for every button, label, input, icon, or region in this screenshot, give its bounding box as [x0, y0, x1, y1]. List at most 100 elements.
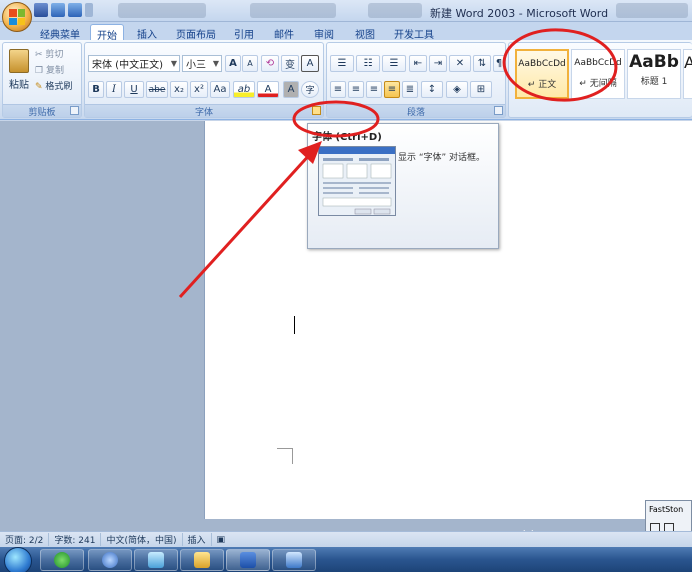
underline-button[interactable]: U	[124, 81, 144, 98]
increase-indent-icon: ⇥	[433, 58, 443, 69]
taskbar-explorer[interactable]	[180, 549, 224, 571]
taskbar-word[interactable]	[226, 549, 270, 571]
taskbar-remote[interactable]	[272, 549, 316, 571]
taskbar-app[interactable]	[134, 549, 178, 571]
chevron-down-icon[interactable]: ▼	[213, 59, 219, 68]
align-center-button[interactable]: ≡	[348, 81, 364, 98]
bullets-button[interactable]: ☰	[330, 55, 354, 72]
undo-icon[interactable]	[51, 3, 65, 17]
subscript-button[interactable]: x₂	[170, 81, 188, 98]
numbering-button[interactable]: ☷	[356, 55, 380, 72]
paste-button[interactable]: 粘贴	[6, 47, 32, 103]
sort-button[interactable]: ⇅	[473, 55, 491, 72]
align-left-icon: ≡	[333, 84, 343, 95]
style-tile-heading-1[interactable]: AaBb 标题 1	[627, 49, 681, 99]
tab-insert[interactable]: 插入	[131, 24, 163, 41]
office-button[interactable]	[2, 2, 32, 32]
multilevel-list-button[interactable]: ☰	[382, 55, 406, 72]
folder-icon	[194, 552, 210, 568]
font-dialog-launcher[interactable]	[312, 106, 321, 115]
start-button[interactable]	[4, 547, 32, 572]
justify-button[interactable]: ≡	[384, 81, 400, 98]
copy-button[interactable]: ❐ 复制	[35, 63, 64, 76]
word-icon	[240, 552, 256, 568]
tab-view[interactable]: 视图	[349, 24, 381, 41]
status-insert-mode[interactable]: 插入	[183, 533, 212, 546]
chevron-down-icon[interactable]: ▼	[171, 59, 177, 68]
scissors-icon: ✂	[35, 50, 43, 60]
tab-references[interactable]: 引用	[228, 24, 260, 41]
change-case-button[interactable]: Aa	[210, 81, 230, 98]
distributed-button[interactable]: ≣	[402, 81, 418, 98]
font-size-combo[interactable]: 小三 ▼	[182, 55, 222, 72]
character-border-button[interactable]: A	[301, 55, 319, 72]
status-page[interactable]: 页面: 2/2	[0, 533, 50, 546]
shrink-font-button[interactable]: A	[242, 55, 258, 72]
style-tile-heading-2[interactable]: A	[683, 49, 692, 99]
grow-font-button[interactable]: A	[225, 55, 241, 72]
shading-button[interactable]: ◈	[446, 81, 468, 98]
save-icon[interactable]	[34, 3, 48, 17]
chinese-layout-button[interactable]: ✕	[449, 55, 471, 72]
italic-button[interactable]: I	[106, 81, 122, 98]
font-color-button[interactable]: A	[257, 81, 279, 98]
line-spacing-button[interactable]: ↕	[421, 81, 443, 98]
pilcrow-icon: ¶	[495, 58, 503, 69]
borders-icon: ⊞	[476, 84, 486, 95]
tab-classic-menu[interactable]: 经典菜单	[34, 24, 86, 41]
font-dialog-thumbnail	[318, 146, 396, 216]
bold-button[interactable]: B	[88, 81, 104, 98]
highlight-button[interactable]: ab	[233, 81, 255, 98]
superscript-button[interactable]: x²	[190, 81, 208, 98]
tab-page-layout[interactable]: 页面布局	[170, 24, 222, 41]
taskbar-media-player[interactable]	[88, 549, 132, 571]
character-shading-button[interactable]: A	[283, 81, 299, 98]
style-sample: AaBbCcDd	[574, 58, 622, 68]
clipboard-dialog-launcher[interactable]	[70, 106, 79, 115]
increase-indent-button[interactable]: ⇥	[429, 55, 447, 72]
paragraph-dialog-launcher[interactable]	[494, 106, 503, 115]
paste-label: 粘贴	[9, 80, 29, 91]
clipboard-group: 粘贴 ✂ 剪切 ❐ 复制 ✎ 格式刷 剪贴板	[2, 42, 82, 118]
status-word-count[interactable]: 字数: 241	[49, 533, 102, 546]
enclose-character-button[interactable]: 字	[301, 81, 319, 98]
cut-label: 剪切	[45, 50, 64, 60]
format-painter-button[interactable]: ✎ 格式刷	[35, 79, 72, 92]
style-name: 标题 1	[640, 77, 668, 87]
multilevel-list-icon: ☰	[389, 58, 399, 69]
font-name-combo[interactable]: 宋体 (中文正文) ▼	[88, 55, 180, 72]
tab-review[interactable]: 审阅	[308, 24, 340, 41]
media-player-icon	[102, 552, 118, 568]
status-language[interactable]: 中文(简体，中国)	[101, 533, 183, 546]
tab-mailings[interactable]: 邮件	[268, 24, 300, 41]
decrease-indent-button[interactable]: ⇤	[409, 55, 427, 72]
style-name: ↵ 无间隔	[579, 79, 617, 89]
windows-taskbar	[0, 547, 692, 572]
redo-icon[interactable]	[68, 3, 82, 17]
show-marks-button[interactable]: ¶	[493, 55, 505, 72]
style-tile-no-spacing[interactable]: AaBbCcDd ↵ 无间隔	[571, 49, 625, 99]
align-right-button[interactable]: ≡	[366, 81, 382, 98]
strikethrough-button[interactable]: abe	[146, 81, 168, 98]
blurred-window-tab	[250, 3, 336, 18]
style-tile-normal[interactable]: AaBbCcDd ↵ 正文	[515, 49, 569, 99]
font-tooltip: 字体 (Ctrl+D) 显示 “字体” 对话框。	[307, 123, 499, 249]
cut-button[interactable]: ✂ 剪切	[35, 47, 63, 60]
align-left-button[interactable]: ≡	[330, 81, 346, 98]
borders-button[interactable]: ⊞	[470, 81, 492, 98]
taskbar-ie[interactable]	[40, 549, 84, 571]
blurred-window-tab	[616, 3, 688, 18]
page-corner-mark	[277, 448, 293, 464]
sort-icon: ⇅	[477, 58, 487, 69]
customize-qat-icon[interactable]	[85, 3, 93, 17]
tab-home[interactable]: 开始	[90, 24, 124, 42]
format-painter-label: 格式刷	[45, 82, 73, 92]
macro-record-icon[interactable]: ▣	[212, 535, 231, 545]
paste-icon	[9, 49, 29, 73]
tab-developer[interactable]: 开发工具	[388, 24, 440, 41]
phonetic-guide-button[interactable]: 变	[281, 55, 299, 72]
style-sample: AaBb	[629, 52, 679, 72]
paragraph-group: ☰ ☷ ☰ ⇤ ⇥ ✕ ⇅ ¶ ≡ ≡ ≡ ≡ ≣ ↕ ◈ ⊞ 段落	[326, 42, 506, 118]
clear-format-button[interactable]: ⟲	[261, 55, 279, 72]
title-bar: 新建 Word 2003 - Microsoft Word	[0, 0, 692, 22]
